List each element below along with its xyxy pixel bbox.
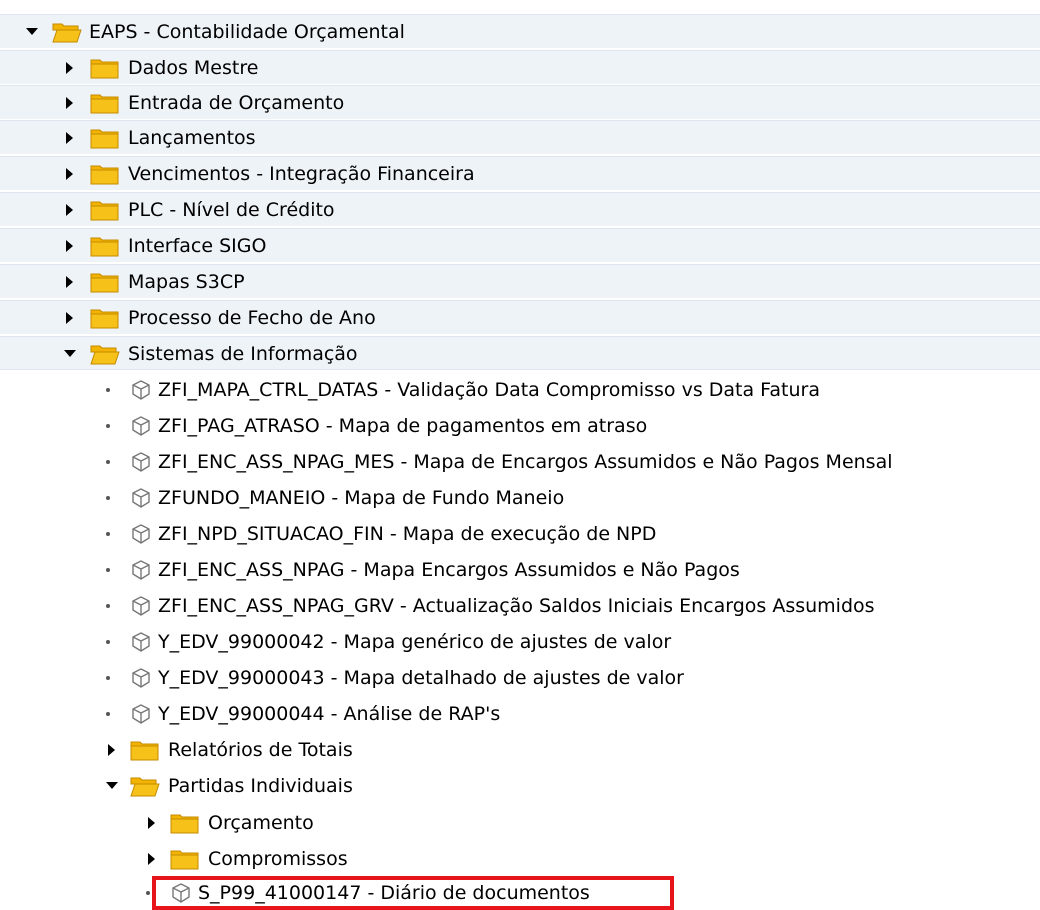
tree-node-folder-expanded[interactable]: Partidas Individuais	[0, 769, 1040, 803]
tree-node-transaction[interactable]: Y_EDV_99000044 - Análise de RAP's	[0, 697, 1040, 731]
transaction-cube-icon	[130, 631, 152, 653]
tree-node-folder[interactable]: Dados Mestre	[0, 50, 1040, 84]
tree-node-transaction[interactable]: Y_EDV_99000042 - Mapa genérico de ajuste…	[0, 625, 1040, 659]
folder-icon	[170, 812, 200, 834]
transaction-cube-icon	[130, 487, 152, 509]
expand-right-icon[interactable]	[66, 240, 73, 252]
folder-icon	[90, 92, 120, 114]
tree-node-label: ZFI_PAG_ATRASO - Mapa de pagamentos em a…	[158, 415, 648, 437]
tree-node-label: Entrada de Orçamento	[128, 92, 345, 114]
transaction-cube-icon	[130, 379, 152, 401]
tree-node-label: ZFI_ENC_ASS_NPAG_MES - Mapa de Encargos …	[158, 451, 893, 473]
transaction-cube-icon	[130, 415, 152, 437]
tree-node-folder[interactable]: PLC - Nível de Crédito	[0, 192, 1040, 226]
tree-node-label: Vencimentos - Integração Financeira	[128, 163, 475, 185]
expand-right-icon[interactable]	[66, 97, 73, 109]
transaction-cube-icon	[130, 559, 152, 581]
bullet-icon	[106, 460, 110, 464]
tree-node-folder-expanded[interactable]: Sistemas de Informação	[0, 336, 1040, 370]
tree-node-label: ZFI_MAPA_CTRL_DATAS - Validação Data Com…	[158, 379, 820, 401]
transaction-cube-icon	[130, 523, 152, 545]
tree-node-label: Processo de Fecho de Ano	[128, 307, 376, 329]
tree-node-transaction[interactable]: ZFUNDO_MANEIO - Mapa de Fundo Maneio	[0, 481, 1040, 515]
expand-right-icon[interactable]	[148, 817, 155, 829]
tree-node-label: ZFI_ENC_ASS_NPAG - Mapa Encargos Assumid…	[158, 559, 740, 581]
tree-node-label: PLC - Nível de Crédito	[128, 199, 335, 221]
tree-node-folder[interactable]: Interface SIGO	[0, 228, 1040, 262]
tree-node-label: ZFI_ENC_ASS_NPAG_GRV - Actualização Sald…	[158, 595, 875, 617]
expand-right-icon[interactable]	[66, 204, 73, 216]
bullet-icon	[106, 640, 110, 644]
tree-node-label: EAPS - Contabilidade Orçamental	[89, 21, 405, 43]
folder-icon	[90, 199, 120, 221]
bullet-icon	[106, 604, 110, 608]
expand-right-icon[interactable]	[66, 168, 73, 180]
bullet-icon	[106, 712, 110, 716]
bullet-icon	[106, 496, 110, 500]
bullet-icon	[106, 424, 110, 428]
folder-icon	[90, 163, 120, 185]
folder-icon	[90, 235, 120, 257]
folder-open-icon	[52, 21, 82, 43]
tree-node-label: Relatórios de Totais	[168, 739, 353, 761]
folder-icon	[90, 57, 120, 79]
folder-icon	[90, 271, 120, 293]
tree-node-folder[interactable]: Processo de Fecho de Ano	[0, 300, 1040, 334]
tree-node-transaction[interactable]: ZFI_NPD_SITUACAO_FIN - Mapa de execução …	[0, 517, 1040, 551]
bullet-icon	[106, 676, 110, 680]
tree-node-transaction[interactable]: Y_EDV_99000043 - Mapa detalhado de ajust…	[0, 661, 1040, 695]
tree-node-label: Partidas Individuais	[168, 775, 353, 797]
transaction-cube-icon	[130, 451, 152, 473]
tree-node-label: Y_EDV_99000042 - Mapa genérico de ajuste…	[158, 631, 672, 653]
expand-right-icon[interactable]	[66, 62, 73, 74]
transaction-cube-icon	[130, 667, 152, 689]
tree-node-transaction[interactable]: ZFI_ENC_ASS_NPAG - Mapa Encargos Assumid…	[0, 553, 1040, 587]
tree-node-label: Y_EDV_99000044 - Análise de RAP's	[158, 703, 501, 725]
tree-node-folder[interactable]: Entrada de Orçamento	[0, 85, 1040, 119]
tree-node-transaction[interactable]: ZFI_ENC_ASS_NPAG_MES - Mapa de Encargos …	[0, 445, 1040, 479]
tree-node-folder[interactable]: Compromissos	[0, 842, 1040, 876]
expand-down-icon[interactable]	[106, 782, 118, 789]
tree-node-folder[interactable]: Mapas S3CP	[0, 264, 1040, 298]
expand-right-icon[interactable]	[148, 853, 155, 865]
expand-right-icon[interactable]	[66, 276, 73, 288]
folder-icon	[90, 127, 120, 149]
tree-node-transaction[interactable]: ZFI_PAG_ATRASO - Mapa de pagamentos em a…	[0, 409, 1040, 443]
folder-icon	[130, 739, 160, 761]
tree-node-transaction[interactable]: ZFI_ENC_ASS_NPAG_GRV - Actualização Sald…	[0, 589, 1040, 623]
tree-node-label: ZFI_NPD_SITUACAO_FIN - Mapa de execução …	[158, 523, 657, 545]
bullet-icon	[106, 568, 110, 572]
folder-open-icon	[90, 343, 120, 365]
tree-node-folder[interactable]: Lançamentos	[0, 120, 1040, 154]
transaction-cube-icon	[130, 595, 152, 617]
tree-node-folder[interactable]: Relatórios de Totais	[0, 733, 1040, 767]
transaction-cube-icon	[130, 703, 152, 725]
tree-node-label: Interface SIGO	[128, 235, 267, 257]
tree-node-label: Mapas S3CP	[128, 271, 245, 293]
tree-node-folder[interactable]: Orçamento	[0, 806, 1040, 840]
tree-node-folder[interactable]: Vencimentos - Integração Financeira	[0, 156, 1040, 190]
bullet-icon	[146, 891, 150, 895]
expand-down-icon[interactable]	[26, 28, 38, 35]
tree-node-label: Lançamentos	[128, 127, 256, 149]
highlight-box	[152, 876, 674, 910]
tree-node-label: Sistemas de Informação	[128, 343, 358, 365]
tree-node-transaction[interactable]: ZFI_MAPA_CTRL_DATAS - Validação Data Com…	[0, 373, 1040, 407]
expand-down-icon[interactable]	[64, 350, 76, 357]
tree-node-label: Compromissos	[208, 848, 348, 870]
folder-open-icon	[130, 775, 160, 797]
bullet-icon	[106, 532, 110, 536]
expand-right-icon[interactable]	[66, 312, 73, 324]
expand-right-icon[interactable]	[66, 132, 73, 144]
tree-node-label: Dados Mestre	[128, 57, 259, 79]
tree-node-root[interactable]: EAPS - Contabilidade Orçamental	[0, 14, 1040, 48]
folder-icon	[170, 848, 200, 870]
bullet-icon	[106, 388, 110, 392]
tree-node-label: Orçamento	[208, 812, 314, 834]
expand-right-icon[interactable]	[108, 744, 115, 756]
tree-node-label: Y_EDV_99000043 - Mapa detalhado de ajust…	[158, 667, 684, 689]
folder-icon	[90, 307, 120, 329]
tree-node-label: ZFUNDO_MANEIO - Mapa de Fundo Maneio	[158, 487, 565, 509]
